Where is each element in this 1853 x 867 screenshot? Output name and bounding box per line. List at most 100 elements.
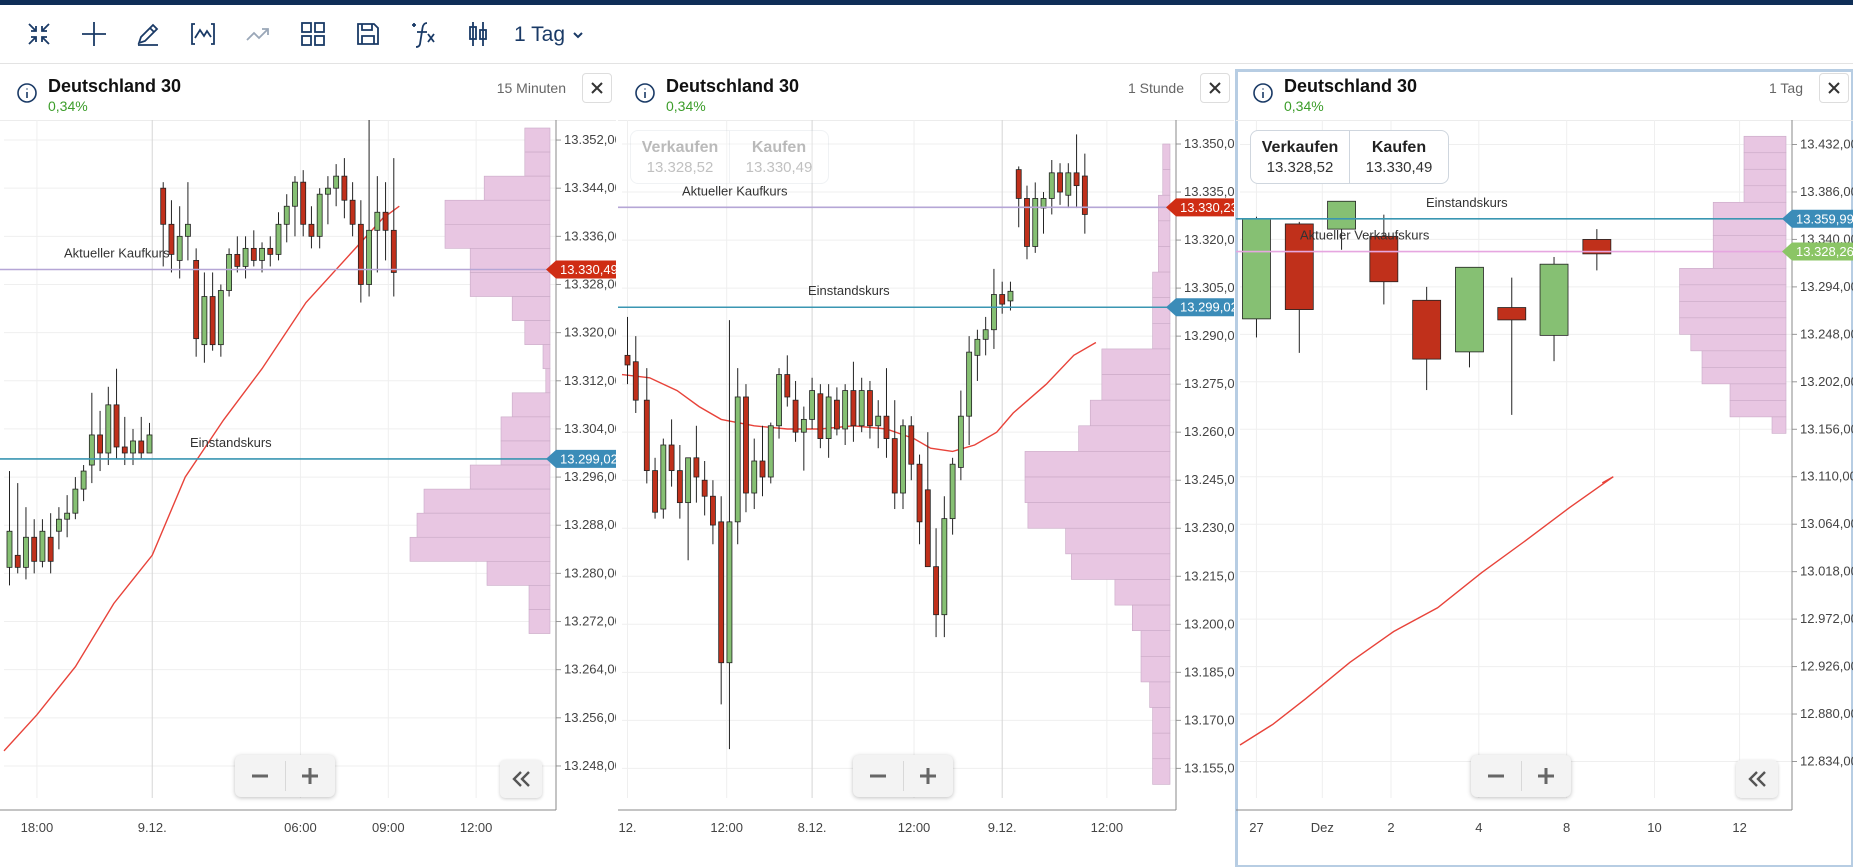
- volume-profile-bar: [1162, 169, 1171, 196]
- buy-button[interactable]: Kaufen 13.330,49: [1349, 131, 1448, 183]
- y-axis-label: 13.304,00: [564, 421, 616, 436]
- x-axis-label: Dez: [1311, 820, 1334, 835]
- zoom-in-button[interactable]: [285, 755, 335, 797]
- double-chevron-left-icon: [1748, 771, 1766, 787]
- trend-icon[interactable]: [239, 17, 277, 51]
- x-axis-label: 4: [1475, 820, 1482, 835]
- y-axis-label: 13.344,00: [564, 180, 616, 195]
- chart-panel-15min[interactable]: Deutschland 30 0,34% 15 Minuten 13.352,0…: [0, 70, 616, 867]
- timeframe-select[interactable]: 1 Tag: [514, 21, 585, 49]
- volume-profile-bar: [1158, 220, 1171, 247]
- candle-body: [267, 247, 274, 255]
- volume-profile-bar: [1101, 348, 1171, 375]
- candle-body: [1073, 172, 1080, 187]
- collapse-panel-button[interactable]: [1736, 760, 1778, 798]
- volume-profile-bar: [1690, 334, 1787, 352]
- volume-profile-bar: [469, 272, 551, 297]
- volume-profile-bar: [511, 392, 551, 418]
- volume-profile-bar: [524, 127, 551, 153]
- candle-body: [366, 229, 372, 285]
- volume-profile-bar: [1152, 732, 1171, 760]
- buy-label: Kaufen: [751, 138, 807, 156]
- close-icon: [591, 82, 603, 94]
- candle-body: [891, 438, 898, 494]
- zoom-out-button[interactable]: [853, 755, 903, 797]
- y-axis-label: 13.248,00: [1800, 326, 1853, 341]
- volume-profile-bar: [1149, 681, 1171, 708]
- zoom-in-button[interactable]: [1521, 755, 1571, 797]
- candle-body: [1057, 172, 1063, 193]
- candle-body: [176, 235, 183, 261]
- candle-body: [234, 253, 241, 267]
- price-tag-text: 13.299,02: [560, 451, 616, 466]
- x-axis-label: 12.: [618, 820, 636, 835]
- volume-profile-bar: [1743, 185, 1787, 203]
- candle-body: [349, 199, 356, 225]
- x-axis-label: 12: [1732, 820, 1746, 835]
- candle-body: [47, 536, 54, 562]
- x-axis-label: 12:00: [1091, 820, 1124, 835]
- candle-body: [160, 187, 167, 225]
- candle-body: [924, 489, 931, 568]
- volume-profile-bar: [1152, 271, 1171, 299]
- x-axis-label: 2: [1387, 820, 1394, 835]
- sell-button[interactable]: Verkaufen 13.328,52: [1251, 131, 1349, 183]
- candle-body: [300, 181, 307, 225]
- candle-body: [1369, 235, 1399, 283]
- close-panel-button[interactable]: [582, 73, 612, 103]
- zoom-out-button[interactable]: [1471, 755, 1521, 797]
- indicator-icon[interactable]: [184, 17, 222, 51]
- volume-profile-bar: [1101, 374, 1171, 401]
- candle-body: [1455, 266, 1484, 353]
- y-axis-label: 13.328,00: [564, 276, 616, 291]
- chart-toolbar: 1 Tag: [0, 5, 1853, 64]
- zoom-out-button[interactable]: [235, 755, 285, 797]
- candle-body: [784, 374, 791, 398]
- buy-label: Kaufen: [1371, 138, 1427, 156]
- chart-panel-1h[interactable]: Deutschland 30 0,34% 1 Stunde 13.350,00 1…: [618, 70, 1234, 867]
- y-axis-label: 13.335,00: [1184, 184, 1234, 199]
- candle-body: [209, 296, 216, 346]
- candle-body: [833, 399, 840, 430]
- collapse-panel-button[interactable]: [500, 760, 542, 798]
- save-icon[interactable]: [349, 17, 387, 51]
- sell-price: 13.328,52: [1266, 158, 1334, 176]
- y-axis-label: 13.275,00: [1184, 376, 1234, 391]
- close-panel-button[interactable]: [1819, 73, 1849, 103]
- candle-body: [966, 351, 973, 417]
- candle-body: [31, 536, 38, 562]
- candle-body: [1032, 198, 1039, 247]
- info-icon[interactable]: [634, 82, 656, 104]
- compare-icon[interactable]: [459, 17, 497, 51]
- layout-grid-icon[interactable]: [294, 17, 332, 51]
- formula-icon[interactable]: [404, 17, 442, 51]
- volume-profile-bar: [1071, 553, 1171, 580]
- pen-icon[interactable]: [129, 17, 167, 51]
- x-axis-label: 9.12.: [988, 820, 1017, 835]
- info-icon[interactable]: [1252, 82, 1274, 104]
- candle-body: [193, 260, 200, 340]
- chart-panel-1d[interactable]: Deutschland 30 0,34% 1 Tag 13.432,00 13.3…: [1235, 69, 1853, 867]
- candle-body: [292, 181, 298, 207]
- y-axis-label: 13.294,00: [1800, 279, 1853, 294]
- y-axis-label: 13.155,00: [1184, 760, 1234, 775]
- info-icon[interactable]: [16, 82, 38, 104]
- candle-body: [333, 175, 340, 189]
- volume-profile-bar: [469, 464, 551, 490]
- y-axis-label: 13.248,00: [564, 758, 616, 773]
- panel-header: Deutschland 30 0,34% 15 Minuten: [0, 70, 616, 121]
- sell-button[interactable]: Verkaufen 13.328,52: [631, 131, 729, 183]
- candle-body: [643, 399, 650, 472]
- zoom-in-button[interactable]: [903, 755, 953, 797]
- candle-body: [941, 518, 948, 616]
- y-axis-label: 13.432,00: [1800, 137, 1853, 152]
- crosshair-icon[interactable]: [75, 17, 113, 51]
- candle-body: [759, 460, 766, 478]
- collapse-icon[interactable]: [20, 17, 58, 51]
- candle-body: [776, 374, 782, 427]
- candle-body: [1242, 218, 1271, 320]
- close-panel-button[interactable]: [1200, 73, 1230, 103]
- double-chevron-left-icon: [512, 771, 530, 787]
- buy-button[interactable]: Kaufen 13.330,49: [729, 131, 828, 183]
- volume-profile-bar: [1024, 476, 1171, 503]
